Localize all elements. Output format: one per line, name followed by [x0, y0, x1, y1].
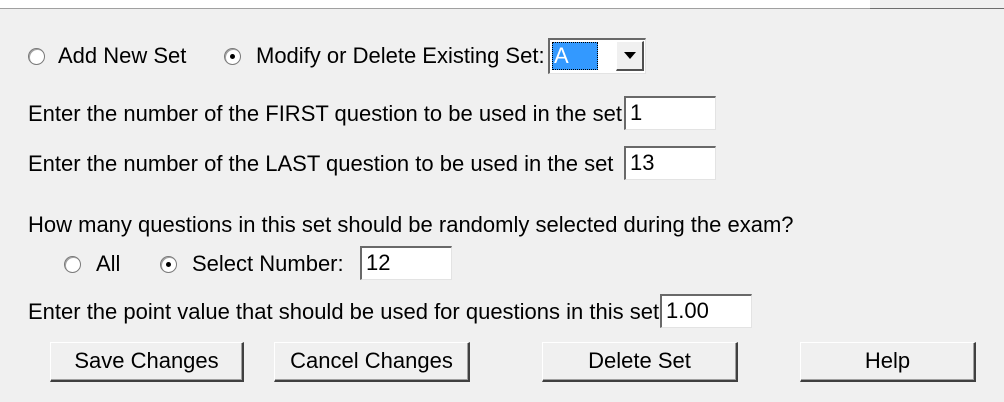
select-number-label[interactable]: Select Number: [192, 252, 344, 276]
set-select-dropdown[interactable]: A [548, 38, 646, 74]
top-strip [0, 0, 1004, 8]
all-questions-radio[interactable] [64, 256, 81, 273]
first-question-label: Enter the number of the FIRST question t… [28, 101, 622, 126]
first-question-input[interactable]: 1 [624, 96, 716, 130]
save-changes-button[interactable]: Save Changes [50, 342, 244, 382]
select-number-input[interactable]: 12 [360, 246, 452, 280]
set-editor-window: Add New Set Modify or Delete Existing Se… [0, 0, 1004, 402]
add-new-set-label[interactable]: Add New Set [58, 44, 186, 68]
select-number-radio[interactable] [160, 256, 177, 273]
radio-selected-dot [230, 54, 235, 59]
all-questions-label[interactable]: All [96, 252, 120, 276]
last-question-input[interactable]: 13 [624, 146, 716, 180]
point-value-input[interactable]: 1.00 [660, 294, 752, 328]
help-button[interactable]: Help [800, 342, 976, 382]
add-new-set-radio[interactable] [28, 48, 45, 65]
modify-delete-set-radio[interactable] [224, 48, 241, 65]
random-selection-prompt: How many questions in this set should be… [28, 212, 794, 237]
delete-set-button[interactable]: Delete Set [542, 342, 738, 382]
dropdown-arrow-button[interactable] [616, 41, 644, 71]
top-right-control-edge [870, 0, 1004, 9]
last-question-label: Enter the number of the LAST question to… [28, 151, 614, 176]
point-value-label: Enter the point value that should be use… [28, 299, 660, 324]
modify-delete-set-label[interactable]: Modify or Delete Existing Set: [256, 44, 545, 68]
chevron-down-icon [624, 52, 636, 59]
top-divider [0, 8, 1004, 9]
set-select-value: A [552, 42, 598, 70]
cancel-changes-button[interactable]: Cancel Changes [274, 342, 470, 382]
radio-selected-dot [166, 262, 171, 267]
